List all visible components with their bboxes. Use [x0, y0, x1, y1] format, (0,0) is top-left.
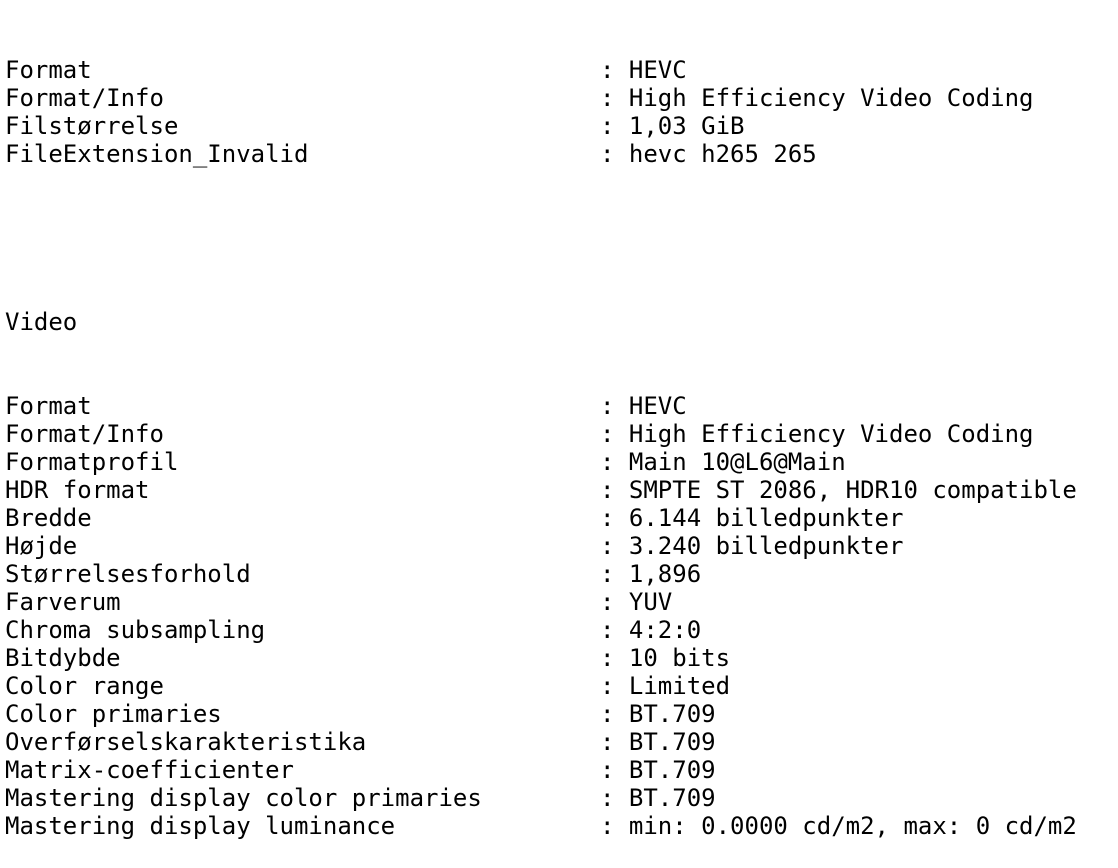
- info-row: Mastering display luminance: min: 0.0000…: [5, 812, 1118, 840]
- info-row: Format/Info: High Efficiency Video Codin…: [5, 420, 1118, 448]
- separator: :: [600, 448, 629, 476]
- info-value: 4:2:0: [628, 616, 702, 644]
- separator: :: [600, 700, 629, 728]
- separator: :: [600, 56, 629, 84]
- info-label: Matrix-coefficienter: [5, 756, 294, 784]
- info-label: Farverum: [5, 588, 121, 616]
- info-value: High Efficiency Video Coding: [628, 84, 1034, 112]
- separator: :: [600, 644, 629, 672]
- info-label: Color range: [5, 672, 164, 700]
- separator: :: [600, 812, 629, 840]
- info-value: hevc h265 265: [628, 140, 817, 168]
- separator: :: [600, 420, 629, 448]
- separator: :: [600, 616, 629, 644]
- separator: :: [600, 532, 629, 560]
- separator: :: [600, 504, 629, 532]
- info-label: Format: [5, 56, 92, 84]
- info-label: HDR format: [5, 476, 150, 504]
- separator: :: [600, 112, 629, 140]
- info-row: Mastering display color primaries: BT.70…: [5, 784, 1118, 812]
- info-row: Bitdybde: 10 bits: [5, 644, 1118, 672]
- info-value: Main 10@L6@Main: [628, 448, 846, 476]
- separator: :: [600, 728, 629, 756]
- media-info-report: Format: HEVC Format/Info: High Efficiency…: [0, 0, 1118, 868]
- info-row: FileExtension_Invalid: hevc h265 265: [5, 140, 1118, 168]
- info-value: YUV: [628, 588, 673, 616]
- separator: :: [600, 756, 629, 784]
- info-label: Format: [5, 392, 92, 420]
- info-value: min: 0.0000 cd/m2, max: 0 cd/m2: [628, 812, 1077, 840]
- info-row: Format: HEVC: [5, 56, 1118, 84]
- info-value: 6.144 billedpunkter: [628, 504, 904, 532]
- info-value: HEVC: [628, 56, 687, 84]
- info-label: Mastering display luminance: [5, 812, 396, 840]
- info-row: Størrelsesforhold: 1,896: [5, 560, 1118, 588]
- info-value: BT.709: [628, 784, 716, 812]
- info-row: Filstørrelse: 1,03 GiB: [5, 112, 1118, 140]
- info-row: Overførselskarakteristika: BT.709: [5, 728, 1118, 756]
- info-row: Color range: Limited: [5, 672, 1118, 700]
- info-label: Størrelsesforhold: [5, 560, 251, 588]
- info-row: HDR format: SMPTE ST 2086, HDR10 compati…: [5, 476, 1118, 504]
- info-row: Color primaries: BT.709: [5, 700, 1118, 728]
- info-label: Chroma subsampling: [5, 616, 266, 644]
- info-row: Farverum: YUV: [5, 588, 1118, 616]
- info-value: SMPTE ST 2086, HDR10 compatible: [628, 476, 1077, 504]
- info-label: Bredde: [5, 504, 92, 532]
- info-value: BT.709: [628, 728, 716, 756]
- separator: :: [600, 588, 629, 616]
- info-value: BT.709: [628, 756, 716, 784]
- info-value: 3.240 billedpunkter: [628, 532, 904, 560]
- general-section: Format: HEVC Format/Info: High Efficiency…: [5, 56, 1118, 168]
- info-value: 1,896: [628, 560, 702, 588]
- info-value: BT.709: [628, 700, 716, 728]
- info-label: Filstørrelse: [5, 112, 179, 140]
- info-label: Overførselskarakteristika: [5, 728, 367, 756]
- video-section: Format: HEVC Format/Info: High Efficiency…: [5, 392, 1118, 840]
- info-value: 1,03 GiB: [628, 112, 745, 140]
- info-row: Bredde: 6.144 billedpunkter: [5, 504, 1118, 532]
- info-label: Format/Info: [5, 420, 164, 448]
- info-label: Højde: [5, 532, 78, 560]
- info-row: Højde: 3.240 billedpunkter: [5, 532, 1118, 560]
- separator: :: [600, 140, 629, 168]
- separator: :: [600, 84, 629, 112]
- separator: :: [600, 784, 629, 812]
- info-value: HEVC: [628, 392, 687, 420]
- separator: :: [600, 672, 629, 700]
- info-row: Formatprofil: Main 10@L6@Main: [5, 448, 1118, 476]
- info-row: Format: HEVC: [5, 392, 1118, 420]
- info-value: 10 bits: [628, 644, 731, 672]
- separator: :: [600, 392, 629, 420]
- info-value: Limited: [628, 672, 731, 700]
- video-heading: Video: [5, 308, 78, 336]
- info-label: Color primaries: [5, 700, 222, 728]
- info-label: Bitdybde: [5, 644, 121, 672]
- info-row: Format/Info: High Efficiency Video Codin…: [5, 84, 1118, 112]
- info-value: High Efficiency Video Coding: [628, 420, 1034, 448]
- separator: :: [600, 560, 629, 588]
- info-label: Formatprofil: [5, 448, 179, 476]
- info-label: Format/Info: [5, 84, 164, 112]
- info-label: FileExtension_Invalid: [5, 140, 309, 168]
- info-label: Mastering display color primaries: [5, 784, 482, 812]
- separator: :: [600, 476, 629, 504]
- info-row: Matrix-coefficienter: BT.709: [5, 756, 1118, 784]
- info-row: Chroma subsampling: 4:2:0: [5, 616, 1118, 644]
